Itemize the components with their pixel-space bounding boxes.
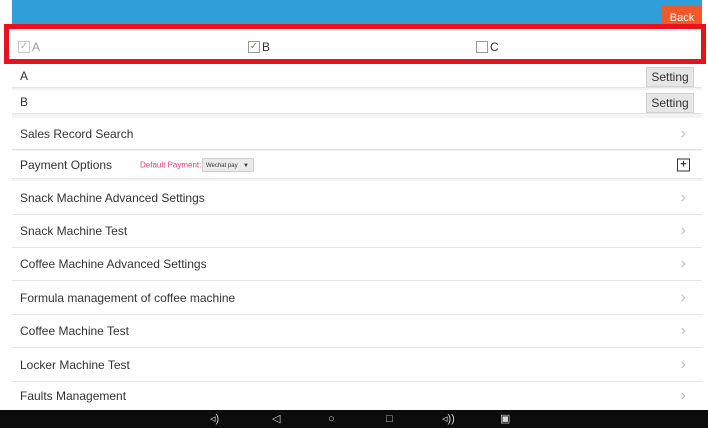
recent-apps-icon[interactable]: □ [386, 412, 393, 426]
chevron-right-icon: › [680, 255, 686, 272]
menu-item-label: Locker Machine Test [20, 357, 130, 372]
back-nav-icon[interactable]: ◁ [272, 412, 280, 426]
setting-b-button[interactable]: Setting [646, 93, 694, 113]
menu-item-label: Faults Management [20, 389, 127, 403]
settings-row-b: B Setting [12, 90, 702, 114]
menu-item-label: Payment Options [20, 157, 113, 172]
menu-item-label: Snack Machine Test [20, 224, 128, 238]
highlight-frame [4, 24, 706, 64]
menu-item-label: Sales Record Search [20, 126, 134, 141]
chevron-right-icon: › [680, 355, 686, 373]
menu-item-formula-management[interactable]: Formula management of coffee machine › [12, 281, 702, 315]
menu-item-coffee-advanced-settings[interactable]: Coffee Machine Advanced Settings › [12, 248, 702, 281]
chevron-right-icon: › [680, 322, 686, 339]
screenshot-icon[interactable]: ▣ [500, 412, 510, 426]
menu-item-snack-test[interactable]: Snack Machine Test › [12, 215, 702, 248]
system-navigation-bar: ◃) ◁ ○ □ ◃)) ▣ [0, 410, 708, 428]
menu-item-locker-test[interactable]: Locker Machine Test › [12, 348, 702, 382]
row-label: B [20, 94, 29, 109]
menu-item-faults-management[interactable]: Faults Management › [12, 382, 702, 410]
default-payment-select[interactable]: Wechat pay ▼ [202, 157, 254, 172]
dropdown-caret-icon: ▼ [243, 162, 249, 169]
default-payment-label: Default Payment: [140, 160, 202, 169]
chevron-right-icon: › [680, 124, 686, 142]
volume-up-icon[interactable]: ◃)) [442, 412, 455, 426]
menu-item-payment-options: Payment Options Default Payment: Wechat … [12, 151, 702, 179]
menu-item-coffee-test[interactable]: Coffee Machine Test › [12, 315, 702, 348]
home-nav-icon[interactable]: ○ [328, 412, 335, 426]
default-payment-value: Wechat pay [206, 162, 238, 169]
menu-item-label: Snack Machine Advanced Settings [20, 190, 205, 205]
chevron-right-icon: › [680, 288, 686, 306]
row-label: A [20, 68, 29, 83]
menu-item-snack-advanced-settings[interactable]: Snack Machine Advanced Settings › [12, 181, 702, 215]
volume-down-icon[interactable]: ◃) [210, 412, 219, 426]
plus-box-icon[interactable]: + [677, 158, 690, 171]
chevron-right-icon: › [680, 387, 686, 404]
menu-item-label: Formula management of coffee machine [20, 290, 236, 305]
chevron-right-icon: › [680, 188, 686, 206]
settings-screen: Back ✓ A ✓ B C A Setting B Setting Sales… [4, 0, 706, 410]
menu-item-label: Coffee Machine Test [20, 324, 129, 338]
chevron-right-icon: › [680, 222, 686, 239]
menu-item-label: Coffee Machine Advanced Settings [20, 257, 207, 271]
setting-a-button[interactable]: Setting [646, 67, 694, 87]
left-gutter [0, 0, 12, 428]
menu-item-sales-record-search[interactable]: Sales Record Search › [12, 118, 702, 150]
settings-row-a: A Setting [12, 64, 702, 88]
